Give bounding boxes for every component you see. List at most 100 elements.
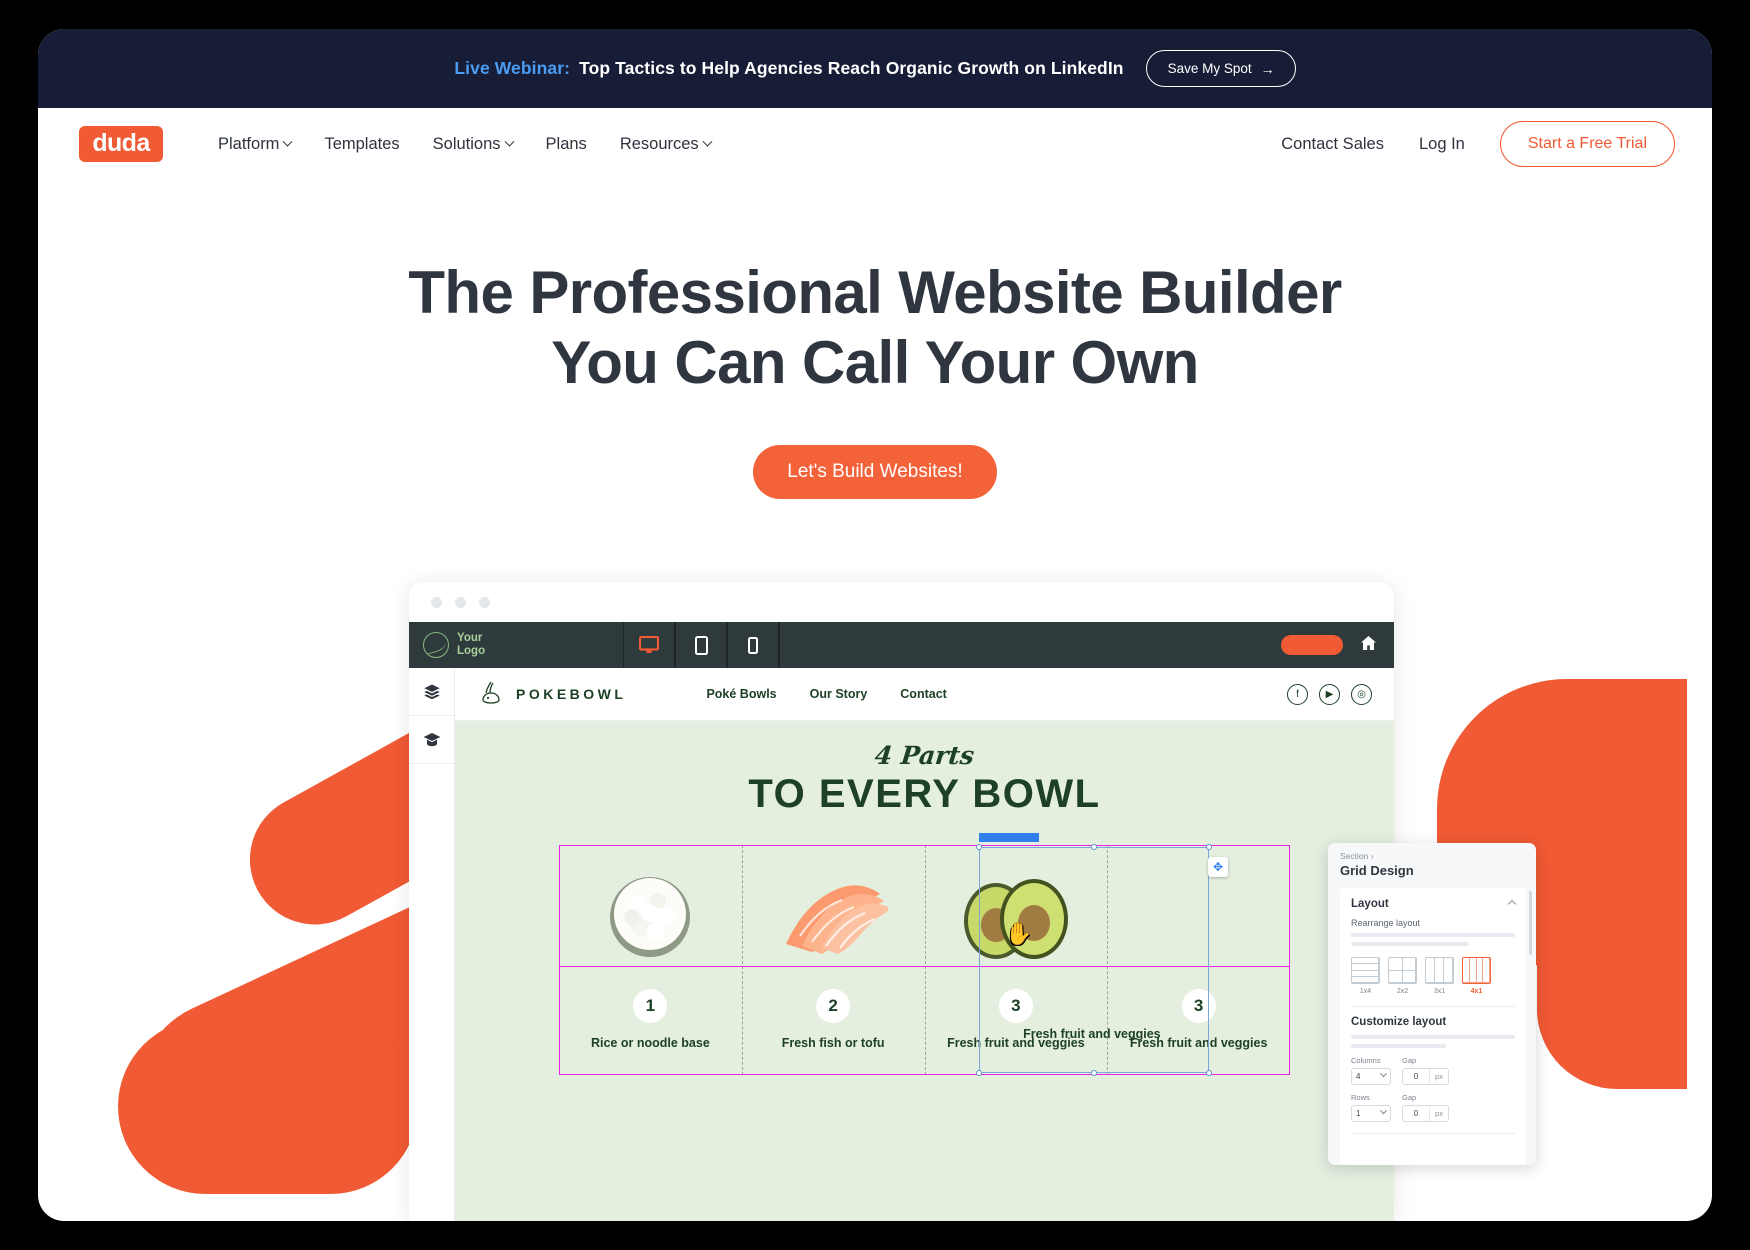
site-link-poke-bowls[interactable]: Poké Bowls [706, 687, 776, 701]
home-icon[interactable] [1360, 635, 1377, 656]
panel-divider-2 [1351, 1133, 1515, 1134]
customize-layout-title: Customize layout [1351, 1016, 1447, 1028]
device-tablet-button[interactable] [675, 622, 727, 668]
nav-item-plans[interactable]: Plans [546, 135, 587, 154]
grid-cell-1[interactable]: 1 Rice or noodle base [559, 845, 742, 1075]
layout-section-title: Layout [1351, 898, 1389, 910]
nav-item-resources-label: Resources [619, 134, 699, 153]
hero-line-2: You Can Call Your Own [551, 329, 1199, 397]
rows-gap-unit: px [1429, 1106, 1448, 1121]
columns-field-row: Columns 4 Gap 0 px [1351, 1056, 1515, 1085]
nav-item-platform-label: Platform [218, 134, 280, 153]
chevron-up-icon[interactable] [1507, 899, 1517, 909]
layout-option-4x1[interactable]: 4x1 [1462, 957, 1491, 995]
site-brand[interactable]: POKEBOWL [477, 680, 626, 708]
move-handle-icon[interactable]: ✥ [1208, 857, 1229, 877]
layers-icon [423, 684, 440, 699]
panel-breadcrumb[interactable]: Section › [1340, 851, 1524, 861]
chevron-down-icon [1379, 1070, 1388, 1078]
layout-thumb-1x4 [1351, 957, 1380, 984]
chevron-down-icon [504, 136, 514, 147]
site-link-our-story[interactable]: Our Story [810, 687, 868, 701]
chevron-down-icon [282, 136, 293, 147]
mobile-icon [748, 636, 758, 654]
panel-card: Layout Rearrange layout 1x4 2x2 3x1 4x1 … [1340, 888, 1526, 1165]
nav-item-templates[interactable]: Templates [324, 135, 399, 154]
duda-logo-text: duda [92, 128, 150, 157]
sidebar-item-layers[interactable] [409, 668, 454, 716]
section-big-title: TO EVERY BOWL [748, 772, 1101, 816]
grid-design-panel: Section › Grid Design Layout Rearrange l… [1328, 843, 1536, 1165]
columns-gap-unit: px [1429, 1069, 1448, 1084]
toolbar-spacer [779, 622, 1281, 668]
salmon-image [778, 859, 889, 971]
site-social-links: f ▶ ◎ [1287, 683, 1372, 705]
columns-gap-input[interactable]: 0 px [1402, 1068, 1449, 1085]
layout-label-2x2: 2x2 [1396, 988, 1409, 995]
rows-label: Rows [1351, 1093, 1370, 1102]
announcement-text: Top Tactics to Help Agencies Reach Organ… [579, 58, 1124, 78]
four-column-grid: 1 Rice or noodle base 2 Fresh fish or to… [559, 845, 1290, 1075]
editor-mockup: Your Logo POKEBOWL Poké Bowls Our Story … [409, 582, 1394, 1221]
placeholder-line-1 [1351, 933, 1515, 937]
rows-gap-label: Gap [1402, 1093, 1417, 1102]
editor-toolbar: Your Logo [409, 622, 1394, 668]
duda-logo[interactable]: duda [79, 126, 163, 162]
start-free-trial-button[interactable]: Start a Free Trial [1499, 121, 1675, 167]
lets-build-websites-button[interactable]: Let's Build Websites! [753, 445, 997, 500]
rows-gap-input[interactable]: 0 px [1402, 1105, 1449, 1122]
device-desktop-button[interactable] [623, 622, 675, 668]
sidebar-item-learn[interactable] [409, 716, 454, 764]
layout-options: 1x4 2x2 3x1 4x1 [1351, 957, 1515, 995]
announcement-bar: Live Webinar: Top Tactics to Help Agenci… [38, 29, 1712, 108]
browser-viewport: Live Webinar: Top Tactics to Help Agenci… [38, 29, 1712, 1221]
panel-divider-1 [1351, 1006, 1515, 1007]
nav-item-resources[interactable]: Resources [619, 134, 713, 154]
nav-item-templates-label: Templates [324, 134, 400, 153]
step-badge-4: 3 [1181, 989, 1216, 1023]
step-caption-1: Rice or noodle base [590, 1036, 710, 1050]
site-section-four-parts: 4 Parts TO EVERY BOWL 1 Rice or noodle b… [455, 721, 1394, 1221]
nav-item-platform[interactable]: Platform [218, 134, 293, 154]
rice-bowl-image [602, 859, 698, 971]
layout-label-3x1: 3x1 [1433, 988, 1446, 995]
layout-option-2x2[interactable]: 2x2 [1388, 957, 1417, 995]
layout-option-1x4[interactable]: 1x4 [1351, 957, 1380, 995]
site-link-contact[interactable]: Contact [900, 687, 947, 701]
panel-scrollbar[interactable] [1529, 891, 1532, 955]
tablet-icon [694, 635, 708, 655]
grid-cell-2[interactable]: 2 Fresh fish or tofu [741, 845, 925, 1075]
columns-select[interactable]: 4 [1351, 1068, 1391, 1085]
desktop-icon [639, 636, 659, 654]
contact-sales-link[interactable]: Contact Sales [1281, 135, 1384, 154]
save-my-spot-button[interactable]: Save My Spot → [1145, 50, 1296, 87]
youtube-icon[interactable]: ▶ [1319, 683, 1340, 705]
window-maximize-dot [479, 596, 490, 608]
grab-cursor-icon: ✋ [1005, 921, 1033, 946]
device-mobile-button[interactable] [727, 622, 779, 668]
publish-button[interactable] [1281, 635, 1343, 655]
facebook-icon[interactable]: f [1287, 683, 1308, 705]
instagram-icon[interactable]: ◎ [1351, 683, 1372, 705]
rows-gap-field: Gap 0 px [1402, 1093, 1449, 1122]
placeholder-line-2 [1351, 942, 1470, 946]
layout-thumb-3x1 [1425, 957, 1454, 984]
placeholder-line-4 [1351, 1044, 1447, 1048]
nav-links: Platform Templates Solutions Plans Resou… [218, 134, 713, 154]
editor-site-logo[interactable]: Your Logo [409, 632, 623, 658]
rows-select[interactable]: 1 [1351, 1105, 1391, 1122]
nav-item-solutions[interactable]: Solutions [433, 135, 514, 154]
placeholder-line-3 [1351, 1035, 1515, 1039]
page-title: The Professional Website Builder You Can… [38, 258, 1712, 398]
columns-gap-value: 0 [1413, 1072, 1419, 1081]
layout-section-header[interactable]: Layout [1351, 898, 1517, 910]
layout-thumb-2x2 [1388, 957, 1417, 984]
window-close-dot [431, 596, 442, 608]
window-minimize-dot [455, 596, 466, 608]
nav-item-plans-label: Plans [545, 134, 587, 153]
rearrange-layout-label: Rearrange layout [1351, 918, 1421, 928]
columns-gap-field: Gap 0 px [1402, 1056, 1449, 1085]
editor-sidebar [409, 668, 455, 1221]
layout-option-3x1[interactable]: 3x1 [1425, 957, 1454, 995]
log-in-link[interactable]: Log In [1419, 135, 1465, 154]
